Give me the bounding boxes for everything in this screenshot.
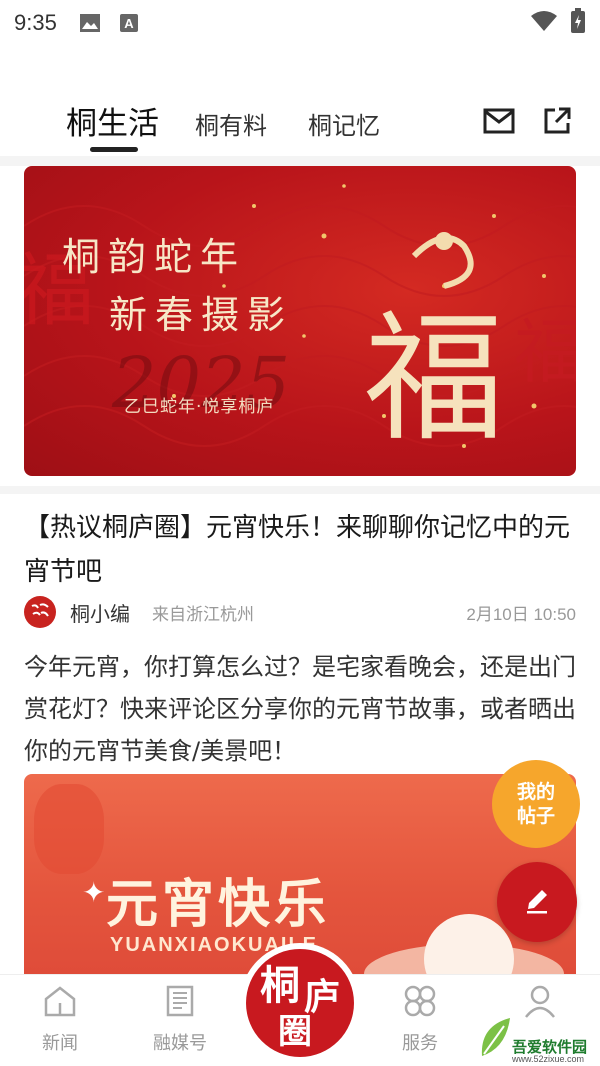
my-posts-label-2: 帖子: [516, 805, 555, 827]
tab-tong-memory[interactable]: 桐记忆: [308, 106, 380, 141]
gallery-icon: [79, 13, 101, 33]
nav-center-logo[interactable]: 桐 庐 圈: [240, 943, 360, 1063]
lantern-decor: [34, 784, 104, 874]
post-image-title: 元宵快乐: [106, 875, 331, 935]
svg-text:圈: 圈: [278, 1012, 312, 1052]
active-tab-indicator: [90, 147, 138, 152]
nav-services[interactable]: 服务: [380, 983, 460, 1055]
nav-media[interactable]: 融媒号: [140, 983, 220, 1055]
author-location: 来自浙江杭州: [152, 604, 254, 625]
banner-subtitle: 乙巳蛇年·悦享桐庐: [124, 397, 275, 417]
avatar[interactable]: [24, 596, 56, 628]
section-divider: [0, 486, 600, 494]
banner-fu-character: 福: [364, 298, 505, 461]
status-bar: 9:35 A: [0, 0, 600, 46]
svg-text:A: A: [124, 16, 134, 31]
post-author-row: 桐小编 来自浙江杭州 2月10日 10:50: [24, 595, 576, 629]
section-divider: [0, 156, 600, 166]
banner-decor-fu-right: 福: [514, 311, 576, 393]
site-watermark: 吾爱软件园 www.52zixue.com: [476, 1008, 600, 1066]
share-icon[interactable]: [540, 104, 574, 138]
battery-icon: [570, 8, 586, 38]
services-grid-icon: [402, 983, 438, 1023]
home-icon: [42, 983, 78, 1023]
top-tab-bar: 桐生活 桐有料 桐记忆: [0, 92, 600, 156]
tangyuan-decor: [424, 914, 514, 974]
book-icon: [162, 983, 198, 1023]
status-time: 9:35: [14, 10, 57, 35]
author-name[interactable]: 桐小编: [70, 598, 130, 627]
featured-banner[interactable]: 福 桐韵蛇年 新春摄影 2025 福 福 乙巳蛇年·悦享桐庐: [24, 166, 576, 476]
my-posts-button[interactable]: 我的 帖子: [492, 760, 580, 848]
banner-headline-2: 新春摄影: [109, 293, 294, 337]
watermark-leaf-icon: [481, 1018, 510, 1056]
nav-news-label: 新闻: [42, 1033, 78, 1054]
svg-text:桐: 桐: [260, 962, 300, 1009]
nav-services-label: 服务: [402, 1033, 438, 1054]
tab-tong-life[interactable]: 桐生活: [66, 98, 159, 143]
tab-tong-youliao[interactable]: 桐有料: [195, 106, 267, 141]
post-body[interactable]: 今年元宵，你打算怎么过？是宅家看晚会，还是出门赏花灯？快来评论区分享你的元宵节故…: [24, 646, 584, 772]
nav-media-label: 融媒号: [153, 1033, 207, 1054]
banner-headline-1: 桐韵蛇年: [62, 235, 247, 279]
post-timestamp: 2月10日 10:50: [466, 604, 576, 624]
keyboard-a-icon: A: [119, 13, 139, 33]
sparkle-icon: ✦: [82, 876, 106, 909]
watermark-url: www.52zixue.com: [512, 1054, 585, 1064]
mail-icon[interactable]: [482, 104, 516, 138]
my-posts-label-1: 我的: [516, 781, 555, 803]
post-title[interactable]: 【热议桐庐圈】元宵快乐！来聊聊你记忆中的元宵节吧: [24, 506, 576, 594]
tonglu-circle-logo: 桐 庐 圈: [246, 949, 354, 1057]
compose-button[interactable]: [497, 862, 577, 942]
nav-news[interactable]: 新闻: [20, 983, 100, 1055]
pencil-icon: [520, 883, 554, 921]
wifi-icon: [530, 10, 558, 36]
